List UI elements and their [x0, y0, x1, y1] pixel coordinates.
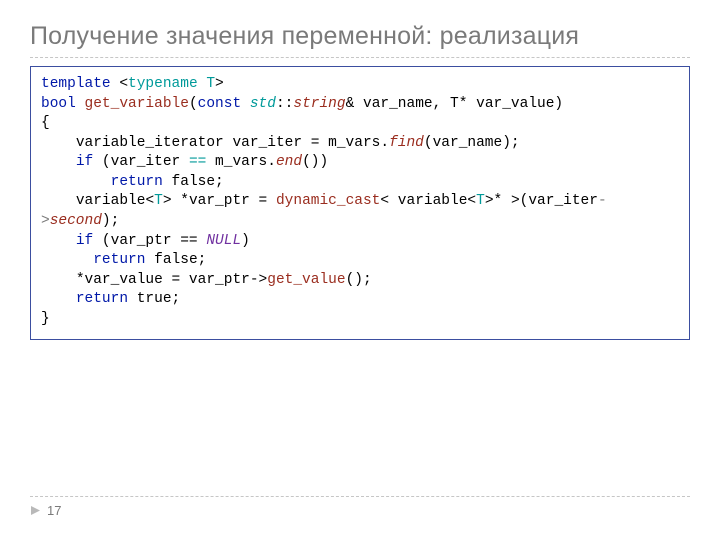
kw-template: template — [41, 76, 111, 92]
indent — [41, 135, 76, 151]
footer-divider — [30, 496, 690, 497]
code-text: * — [494, 193, 511, 209]
angle-open: < — [467, 193, 476, 209]
angle-close: > — [511, 193, 520, 209]
fn-dynamic-cast: dynamic_cast — [276, 193, 380, 209]
angle-close: > — [485, 193, 494, 209]
indent — [41, 174, 111, 190]
brace-open: { — [41, 115, 50, 131]
kw-return: return — [93, 252, 145, 268]
angle-open: < — [119, 76, 128, 92]
code-text: variable — [389, 193, 467, 209]
code-text: (); — [346, 272, 372, 288]
code-text: (var_iter — [520, 193, 598, 209]
method-find: find — [389, 135, 424, 151]
kw-bool: bool — [41, 96, 76, 112]
code-text: ); — [102, 213, 119, 229]
brace-close: } — [41, 311, 50, 327]
indent — [41, 154, 76, 170]
code-text: true; — [128, 291, 180, 307]
code-block: template <typename T> bool get_variable(… — [30, 66, 690, 340]
code-text: ) — [241, 233, 250, 249]
angle-open: < — [380, 193, 389, 209]
code-text: variable_iterator var_iter = m_vars. — [76, 135, 389, 151]
angle-close: > — [163, 193, 172, 209]
op-eq: == — [189, 154, 206, 170]
method-end: end — [276, 154, 302, 170]
indent — [41, 233, 76, 249]
code-text: false; — [145, 252, 206, 268]
angle-open: < — [145, 193, 154, 209]
kw-return: return — [76, 291, 128, 307]
play-arrow-icon — [30, 505, 41, 516]
indent — [41, 291, 76, 307]
kw-if: if — [76, 154, 93, 170]
arrow-op: -> — [250, 272, 267, 288]
type-string: string — [293, 96, 345, 112]
fn-get-variable: get_variable — [85, 96, 189, 112]
kw-const: const — [198, 96, 242, 112]
slide: Получение значения переменной: реализаци… — [0, 0, 720, 540]
indent — [41, 193, 76, 209]
indent — [41, 272, 76, 288]
method-get-value: get_value — [267, 272, 345, 288]
indent — [41, 252, 93, 268]
code-text: variable — [76, 193, 146, 209]
angle-close: > — [215, 76, 224, 92]
code-text: (var_name); — [424, 135, 520, 151]
kw-if: if — [76, 233, 93, 249]
template-t: T — [476, 193, 485, 209]
page-number: 17 — [47, 503, 61, 518]
page-indicator: 17 — [30, 503, 690, 518]
code-text: m_vars. — [206, 154, 276, 170]
template-t: T — [154, 193, 163, 209]
ns-std: std — [250, 96, 276, 112]
scope-op: :: — [276, 96, 293, 112]
member-second: second — [50, 213, 102, 229]
params-rest: & var_name, T* var_value) — [346, 96, 564, 112]
code-text: *var_ptr = — [172, 193, 276, 209]
typename-t: typename T — [128, 76, 215, 92]
code-text: (var_ptr == — [93, 233, 206, 249]
kw-return: return — [111, 174, 163, 190]
title-divider — [30, 57, 690, 58]
code-text: ()) — [302, 154, 328, 170]
slide-title: Получение значения переменной: реализаци… — [30, 22, 690, 51]
code-text: (var_iter — [93, 154, 189, 170]
paren-open: ( — [189, 96, 198, 112]
macro-null: NULL — [206, 233, 241, 249]
slide-footer: 17 — [30, 496, 690, 518]
code-text: *var_value = var_ptr — [76, 272, 250, 288]
code-text: false; — [163, 174, 224, 190]
